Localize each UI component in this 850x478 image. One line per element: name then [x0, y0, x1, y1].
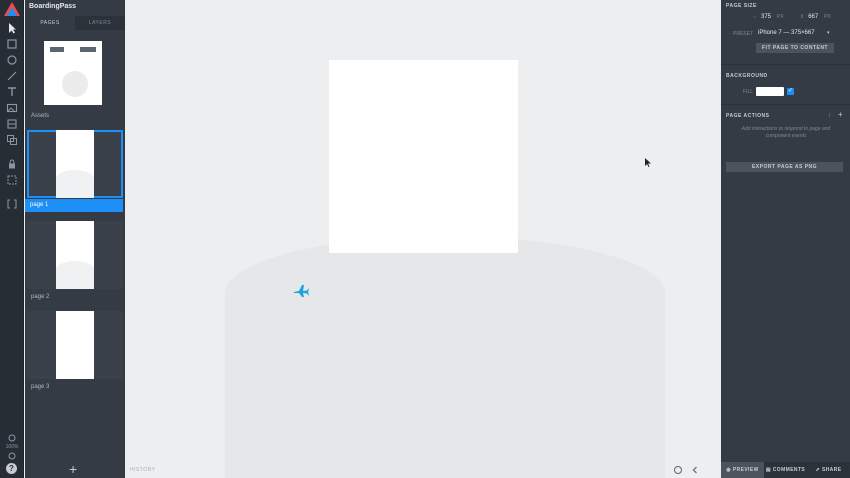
- tab-pages[interactable]: PAGES: [25, 16, 75, 30]
- lock-icon[interactable]: [6, 158, 18, 170]
- app-window: 100% ? BoardingPass PAGES LAYERS Assets …: [0, 0, 850, 478]
- assets-preview: [44, 41, 102, 105]
- app-logo-icon: [4, 2, 20, 16]
- thumb-wave: [56, 261, 94, 289]
- add-action-icon[interactable]: +: [838, 111, 843, 119]
- chevron-down-icon[interactable]: ▾: [827, 30, 830, 36]
- add-page-icon[interactable]: +: [69, 462, 77, 476]
- preset-select[interactable]: iPhone 7 — 375×667: [758, 30, 815, 36]
- width-arrows-icon: ⇔: [752, 14, 757, 20]
- ellipse-icon[interactable]: [6, 54, 18, 66]
- pages-panel: BoardingPass PAGES LAYERS Assets page 1 …: [25, 0, 125, 478]
- pointer-icon[interactable]: [6, 22, 18, 34]
- tool-rail: 100% ?: [0, 0, 24, 478]
- height-arrows-icon: ⇕: [800, 14, 805, 20]
- zoom-out-icon[interactable]: [6, 450, 18, 462]
- tab-layers[interactable]: LAYERS: [75, 16, 125, 30]
- preview-label: PREVIEW: [732, 467, 759, 473]
- background-title: BACKGROUND: [726, 73, 768, 79]
- fill-label: FILL: [743, 89, 754, 95]
- width-value: 375: [761, 14, 772, 20]
- code-icon[interactable]: [6, 198, 18, 210]
- help-icon[interactable]: ?: [6, 463, 17, 474]
- width-unit: PX: [777, 14, 784, 20]
- page-actions-hint: Add interactions to respond to page and …: [741, 126, 831, 139]
- page-label: page 3: [31, 384, 50, 390]
- comments-label: COMMENTS: [772, 467, 806, 473]
- thumb-screen: [56, 311, 94, 379]
- image-icon[interactable]: [6, 102, 18, 114]
- thumb-screen: [56, 221, 94, 289]
- fill-color-swatch[interactable]: [756, 87, 784, 96]
- height-value: 667: [808, 14, 819, 20]
- divider: [721, 64, 850, 65]
- preview-bar: [50, 47, 64, 52]
- frame-icon[interactable]: [6, 174, 18, 186]
- width-field[interactable]: ⇔ 375 PX: [752, 14, 784, 20]
- info-icon[interactable]: i: [829, 113, 830, 119]
- circle-toggle-icon[interactable]: [673, 465, 683, 475]
- page-label: page 2: [31, 294, 50, 300]
- text-icon[interactable]: [6, 86, 18, 98]
- share-label: SHARE: [821, 467, 842, 473]
- zoom-in-icon[interactable]: [6, 432, 18, 444]
- export-png-button[interactable]: EXPORT PAGE AS PNG: [726, 162, 843, 172]
- mouse-cursor-icon: [645, 158, 651, 167]
- thumb-screen: [56, 130, 94, 198]
- preview-circle: [62, 71, 88, 97]
- panel-tabs: PAGES LAYERS: [25, 16, 125, 30]
- page-actions-title: PAGE ACTIONS: [726, 113, 770, 119]
- preview-button[interactable]: ◉ PREVIEW: [721, 462, 764, 478]
- page-label: Assets: [31, 113, 50, 119]
- history-label[interactable]: HISTORY: [130, 467, 156, 473]
- preset-label: PRESET: [733, 31, 754, 37]
- artboard-page-1[interactable]: [329, 60, 518, 253]
- page-label: page 1: [25, 199, 123, 212]
- layers-icon[interactable]: [6, 134, 18, 146]
- divider: [721, 104, 850, 105]
- fill-enabled-checkbox[interactable]: ✓: [787, 88, 794, 95]
- canvas[interactable]: HISTORY: [125, 0, 721, 478]
- bottom-bar: ◉ PREVIEW ▤ COMMENTS ⇗ SHARE: [721, 462, 850, 478]
- share-button[interactable]: ⇗ SHARE: [807, 462, 850, 478]
- pen-icon[interactable]: [6, 70, 18, 82]
- background-hill: [225, 236, 665, 478]
- rectangle-icon[interactable]: [6, 38, 18, 50]
- project-title: BoardingPass: [29, 3, 77, 10]
- page-size-title: PAGE SIZE: [726, 3, 757, 9]
- chevron-left-icon[interactable]: [690, 465, 700, 475]
- fit-page-button[interactable]: FIT PAGE TO CONTENT: [756, 43, 834, 53]
- thumb-wave: [56, 170, 94, 198]
- preview-bar: [80, 47, 96, 52]
- component-icon[interactable]: [6, 118, 18, 130]
- height-unit: PX: [824, 14, 831, 20]
- inspector-panel: PAGE SIZE ⇔ 375 PX ⇕ 667 PX PRESET iPhone 7 …: [721, 0, 850, 478]
- comments-button[interactable]: ▤ COMMENTS: [764, 462, 807, 478]
- height-field[interactable]: ⇕ 667 PX: [800, 14, 831, 20]
- airplane-icon[interactable]: [293, 283, 309, 297]
